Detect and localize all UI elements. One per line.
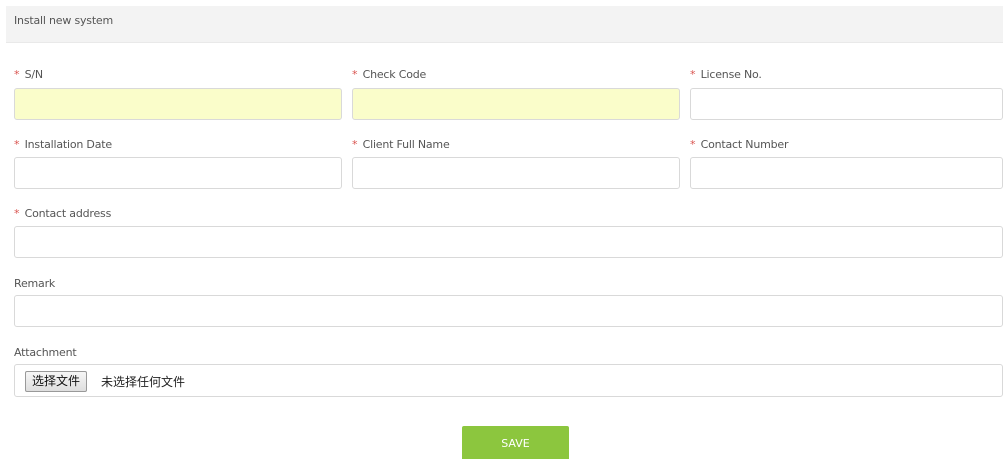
license-no-label-text: License No. <box>700 68 762 81</box>
contact-address-input[interactable] <box>14 226 1003 258</box>
client-full-name-label-text: Client Full Name <box>362 138 450 151</box>
contact-number-label: * Contact Number <box>690 138 788 151</box>
check-code-label-text: Check Code <box>362 68 427 81</box>
required-marker: * <box>352 68 358 81</box>
sn-input[interactable] <box>14 88 342 120</box>
save-button[interactable]: SAVE <box>462 426 569 459</box>
choose-file-button[interactable]: 选择文件 <box>25 371 88 392</box>
check-code-label: * Check Code <box>352 68 426 81</box>
required-marker: * <box>352 138 358 151</box>
attachment-file-input[interactable]: 选择文件 未选择任何文件 <box>14 364 1003 397</box>
required-marker: * <box>14 138 20 151</box>
installation-date-label-text: Installation Date <box>24 138 113 151</box>
required-marker: * <box>690 138 696 151</box>
remark-input[interactable] <box>14 295 1003 327</box>
panel-header: Install new system <box>6 6 1003 43</box>
check-code-input[interactable] <box>352 88 680 120</box>
installation-date-input[interactable] <box>14 157 342 189</box>
installation-date-label: * Installation Date <box>14 138 112 151</box>
license-no-label: * License No. <box>690 68 762 81</box>
required-marker: * <box>690 68 696 81</box>
contact-number-label-text: Contact Number <box>700 138 789 151</box>
required-marker: * <box>14 207 20 220</box>
attachment-label: Attachment <box>14 346 77 359</box>
client-full-name-input[interactable] <box>352 157 680 189</box>
sn-label-text: S/N <box>24 68 44 81</box>
contact-address-label-text: Contact address <box>24 207 112 220</box>
contact-number-input[interactable] <box>690 157 1003 189</box>
required-marker: * <box>14 68 20 81</box>
sn-label: * S/N <box>14 68 43 81</box>
license-no-input[interactable] <box>690 88 1003 120</box>
remark-label: Remark <box>14 277 56 290</box>
file-status-text: 未选择任何文件 <box>101 375 186 389</box>
contact-address-label: * Contact address <box>14 207 111 220</box>
panel-title: Install new system <box>14 14 114 27</box>
client-full-name-label: * Client Full Name <box>352 138 450 151</box>
